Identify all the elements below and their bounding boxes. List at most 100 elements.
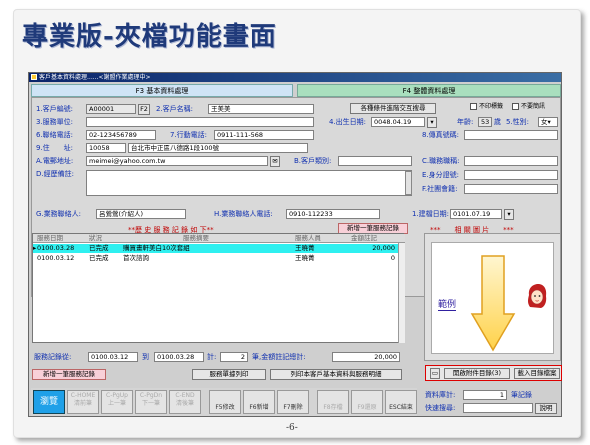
id-label: E.身分證號: bbox=[422, 171, 460, 179]
history-header: 服務日期 狀況 服務摘要 服務人員 金額註記 bbox=[33, 234, 405, 243]
last-record-button[interactable]: C-END 清後筆 bbox=[169, 390, 201, 414]
action-bar: 新增一筆服務記錄 服務單據列印 列印本客戶基本資料與服務明細 bbox=[32, 369, 404, 381]
customer-name-label: 2.客戶名稱: bbox=[156, 105, 194, 113]
db-count-field: 1 bbox=[463, 390, 507, 400]
birthday-field[interactable]: 0048.04.19 bbox=[371, 117, 425, 127]
count-label: 計: bbox=[207, 353, 217, 361]
phone-label: 6.聯絡電話: bbox=[36, 131, 74, 139]
print-all-button[interactable]: 列印本客戶基本資料與服務明細 bbox=[270, 369, 402, 380]
created-label: 1.建檔日期: bbox=[412, 210, 450, 218]
age-field: 53 bbox=[478, 117, 492, 127]
import-files-button[interactable]: 載入目錄檔案 bbox=[514, 368, 560, 379]
next-record-button[interactable]: C-PgDn 下一筆 bbox=[135, 390, 167, 414]
range-from-field[interactable]: 0100.03.12 bbox=[88, 352, 138, 362]
address-field[interactable]: 台北市中正區八德路1段100號 bbox=[128, 143, 308, 153]
advanced-search-button[interactable]: 各種條件進階交互搜尋 bbox=[350, 103, 436, 114]
calendar-icon[interactable]: ▾ bbox=[427, 117, 437, 128]
total-field: 20,000 bbox=[332, 352, 400, 362]
age-unit: 歲 bbox=[494, 118, 501, 126]
record-info: 資料庫計: 1 筆記錄 快速搜尋: 說明 bbox=[423, 389, 561, 416]
created-calendar-icon[interactable]: ▾ bbox=[504, 209, 514, 220]
no-msg-checkbox[interactable] bbox=[512, 103, 519, 110]
notes-textarea[interactable] bbox=[86, 170, 412, 196]
folder-icon[interactable]: ▭ bbox=[430, 368, 440, 379]
window-titlebar: 客戶基本資料處理......<謝盟作業處理中> bbox=[29, 73, 561, 82]
delete-button[interactable]: F7刪除 bbox=[277, 390, 309, 414]
app-window: 客戶基本資料處理......<謝盟作業處理中> F3 基本資料處理 F4 整體資… bbox=[28, 72, 562, 417]
job-field[interactable] bbox=[464, 156, 558, 166]
range-to-field[interactable]: 0100.03.28 bbox=[154, 352, 204, 362]
contact-label: G.業務聯絡人: bbox=[36, 210, 82, 218]
club-field[interactable] bbox=[464, 184, 558, 194]
quick-search-label: 快速搜尋: bbox=[425, 404, 456, 412]
slide-title: 專業版-夾檔功能畫面 bbox=[22, 22, 277, 52]
attachment-bar: ▭ 開啟附件目錄(3) 載入目錄檔案 bbox=[425, 365, 562, 381]
notes-label: D.經歷備註: bbox=[36, 170, 74, 178]
open-attachments-button[interactable]: 開啟附件目錄(3) bbox=[444, 368, 510, 379]
category-field[interactable] bbox=[338, 156, 412, 166]
sample-label: 範例 bbox=[438, 297, 457, 311]
id-field[interactable] bbox=[464, 170, 558, 180]
count-field: 2 bbox=[220, 352, 248, 362]
no-print-label: 不印標籤 bbox=[479, 103, 504, 110]
email-label: A.電郵地址: bbox=[36, 157, 74, 165]
browse-button[interactable]: 瀏覽 bbox=[33, 390, 65, 414]
help-button[interactable]: 說明 bbox=[535, 403, 557, 414]
save-button[interactable]: F8存檔 bbox=[317, 390, 349, 414]
created-field[interactable]: 0101.07.19 bbox=[450, 209, 502, 219]
gender-select[interactable]: 女▾ bbox=[538, 117, 558, 127]
history-table: 服務日期 狀況 服務摘要 服務人員 金額註記 ▸ 0100.03.28 已完成 … bbox=[32, 233, 405, 343]
prev-record-button[interactable]: C-PgUp 上一筆 bbox=[101, 390, 133, 414]
cell-status: 已完成 bbox=[89, 244, 109, 252]
phone-field[interactable]: 02-123456789 bbox=[86, 130, 156, 140]
service-unit-field[interactable] bbox=[86, 117, 314, 127]
notes-scrollbar[interactable] bbox=[405, 171, 412, 195]
first-record-button[interactable]: C-HOME 清前筆 bbox=[67, 390, 99, 414]
header-staff: 服務人員 bbox=[295, 234, 321, 242]
address-label: 9.住 址: bbox=[36, 144, 74, 152]
range-label: 服務記錄從: bbox=[34, 353, 72, 361]
undo-button[interactable]: F9還原 bbox=[351, 390, 383, 414]
fax-field[interactable] bbox=[464, 130, 558, 140]
add-button[interactable]: F6新增 bbox=[243, 390, 275, 414]
photo-panel: 範例 bbox=[424, 233, 561, 361]
photo-frame[interactable]: 範例 bbox=[431, 242, 554, 354]
tab-f4-overall[interactable]: F4 整體資料處理 bbox=[297, 84, 561, 97]
customer-no-label: 1.客戶編號: bbox=[36, 105, 74, 113]
table-row[interactable]: ▸ 0100.03.28 已完成 購買畫軒美白10次套組 王曉菁 20,000 bbox=[33, 244, 405, 253]
quick-search-input[interactable] bbox=[463, 403, 533, 413]
tab-f3-basic[interactable]: F3 基本資料處理 bbox=[31, 84, 293, 97]
app-icon bbox=[31, 74, 37, 80]
history-scrollbar[interactable] bbox=[398, 243, 405, 343]
summary-bar: 服務記錄從: 0100.03.12 到 0100.03.28 計: 2 筆,金額… bbox=[32, 351, 404, 363]
category-label: B.客戶類別: bbox=[294, 157, 332, 165]
cell-summary: 購買畫軒美白10次套組 bbox=[123, 244, 190, 252]
contact-phone-field[interactable]: 0910-112233 bbox=[286, 209, 380, 219]
customer-name-field[interactable]: 王美美 bbox=[208, 104, 314, 114]
birthday-label: 4.出生日期: bbox=[329, 118, 367, 126]
email-field[interactable]: meimei@yahoo.com.tw bbox=[86, 156, 268, 166]
table-row[interactable]: 0100.03.12 已完成 首次諮詢 王曉菁 0 bbox=[33, 254, 405, 263]
f2-button[interactable]: F2 bbox=[138, 104, 150, 115]
print-slip-button[interactable]: 服務單據列印 bbox=[192, 369, 266, 380]
new-service-button[interactable]: 新增一筆服務記錄 bbox=[32, 369, 106, 380]
email-icon[interactable]: ✉ bbox=[270, 156, 280, 167]
no-print-checkbox[interactable] bbox=[470, 103, 477, 110]
cell-summary: 首次諮詢 bbox=[123, 254, 149, 262]
window-title: 客戶基本資料處理......<謝盟作業處理中> bbox=[39, 74, 151, 81]
tab-bar: F3 基本資料處理 F4 整體資料處理 bbox=[31, 84, 561, 97]
main-toolbar: 瀏覽 C-HOME 清前筆 C-PgUp 上一筆 C-PgDn 下一筆 C-EN… bbox=[31, 388, 417, 416]
exit-button[interactable]: ESC結束 bbox=[385, 390, 417, 414]
no-msg-label: 不要簡訊 bbox=[521, 103, 546, 110]
cell-amount: 0 bbox=[390, 254, 395, 262]
count-unit: 筆,金額註記總計: bbox=[252, 353, 306, 361]
customer-no-field[interactable]: A00001 bbox=[86, 104, 136, 114]
mobile-label: 7.行動電話: bbox=[170, 131, 208, 139]
zip-field[interactable]: 10058 bbox=[86, 143, 126, 153]
contact-phone-label: H.業務聯絡人電話: bbox=[214, 210, 273, 218]
edit-button[interactable]: F5修改 bbox=[209, 390, 241, 414]
db-count-unit: 筆記錄 bbox=[511, 391, 532, 399]
contact-field[interactable]: 呂鶯鶯(介紹人) bbox=[96, 209, 186, 219]
mobile-field[interactable]: 0911-111-568 bbox=[214, 130, 314, 140]
club-label: F.社團會籍: bbox=[422, 185, 458, 193]
